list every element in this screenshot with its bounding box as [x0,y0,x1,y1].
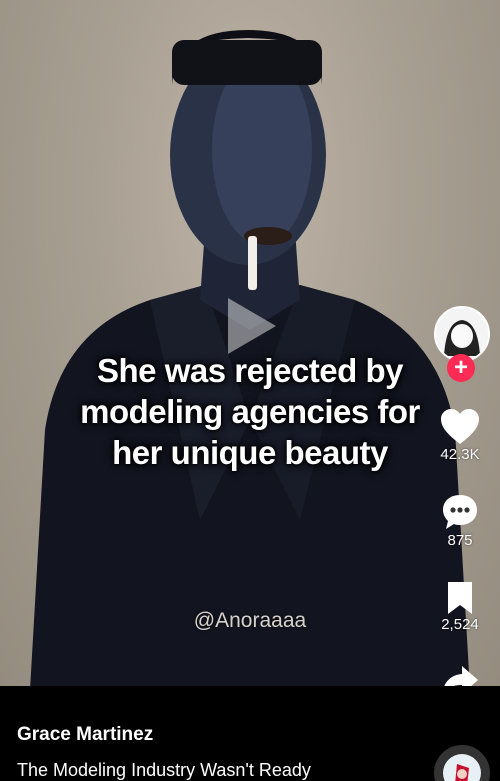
video-caption: She was rejected by modeling agencies fo… [20,350,480,473]
comment-icon [443,495,477,529]
comment-button[interactable]: 875 [415,492,500,549]
save-count: 2,524 [441,616,479,633]
caption-line-1: She was rejected by [97,352,403,389]
comment-count: 875 [447,532,473,549]
bookmark-icon [448,582,472,614]
like-count: 42.3K [440,446,480,463]
caption-line-2: modeling agencies for [80,393,420,430]
post-description[interactable]: The Modeling Industry Wasn't Ready [17,760,311,781]
follow-plus-icon[interactable]: + [447,354,475,382]
save-button[interactable]: 2,524 [415,580,500,633]
play-icon[interactable] [222,294,280,358]
video-feed-screen: She was rejected by modeling agencies fo… [0,0,500,781]
like-button[interactable]: 42.3K [415,408,500,463]
heart-icon [441,409,479,444]
caption-line-3: her unique beauty [112,434,388,471]
music-disc-art [443,754,481,781]
avatar-illustration [436,308,488,360]
author-name[interactable]: Grace Martinez [17,724,153,746]
